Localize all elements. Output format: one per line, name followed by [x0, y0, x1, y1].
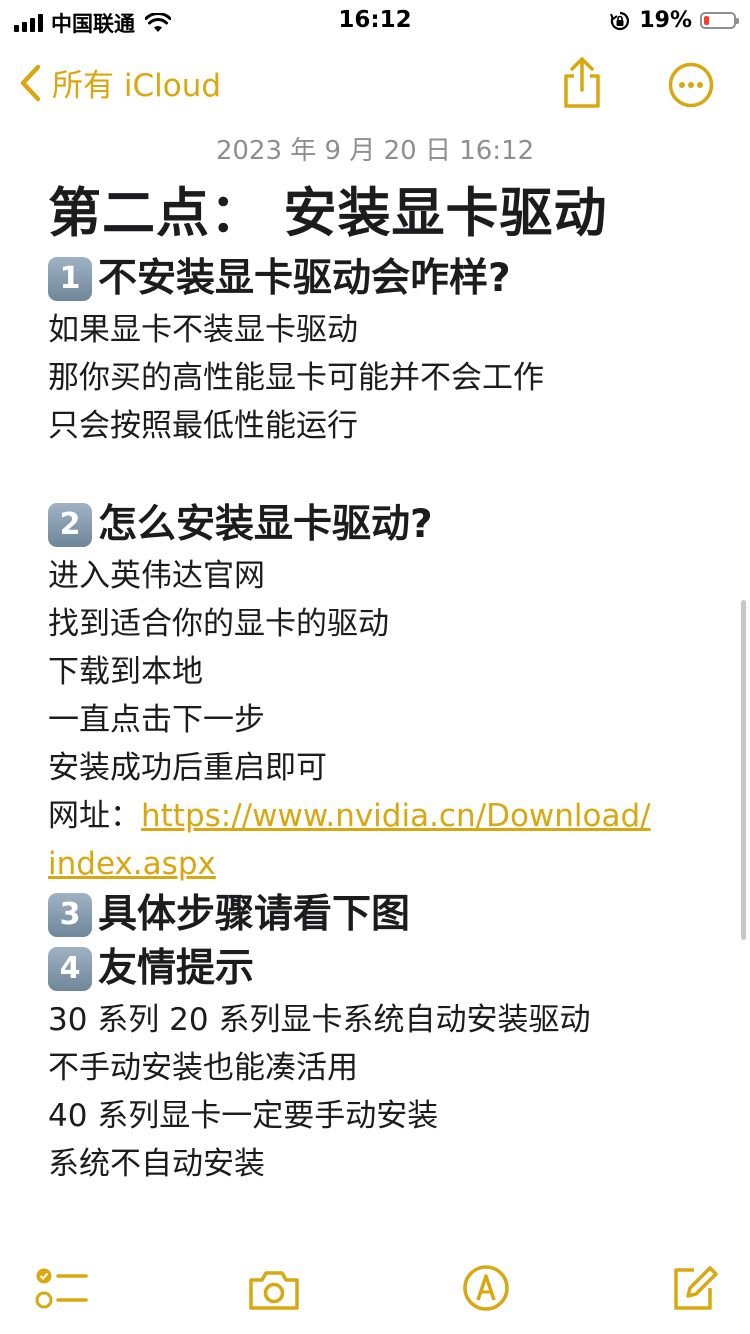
markup-button[interactable] — [462, 1264, 510, 1316]
more-button[interactable] — [668, 62, 714, 112]
status-right: 19% — [609, 8, 739, 33]
notes-screen: 中国联通 16:12 19% 所有 iCloud 2023 年 9 月 20 日… — [0, 0, 750, 1334]
body-line: 那你买的高性能显卡可能并不会工作 — [48, 360, 544, 396]
checklist-button[interactable] — [34, 1266, 88, 1316]
bottom-toolbar — [0, 1262, 750, 1322]
url-line-continued: index.aspx — [48, 840, 728, 888]
body-line: 一直点击下一步 — [48, 702, 265, 738]
more-ellipsis-icon — [668, 62, 714, 108]
body-line: 安装成功后重启即可 — [48, 750, 327, 786]
url-line: 网址：https://www.nvidia.cn/Download/ — [48, 792, 728, 840]
keycap-4-icon: 4 — [48, 947, 92, 991]
section-heading-text: 友情提示 — [98, 946, 255, 991]
download-link[interactable]: https://www.nvidia.cn/Download/ — [141, 798, 651, 834]
keycap-1-icon: 1 — [48, 257, 92, 301]
body-line: 40 系列显卡一定要手动安装 — [48, 1098, 439, 1134]
compose-icon — [674, 1266, 718, 1310]
keycap-3-icon: 3 — [48, 893, 92, 937]
keycap-2-icon: 2 — [48, 503, 92, 547]
section-heading-text: 具体步骤请看下图 — [98, 892, 411, 937]
battery-icon — [700, 12, 739, 29]
status-bar: 中国联通 16:12 19% — [0, 0, 750, 40]
body-line: 只会按照最低性能运行 — [48, 408, 358, 444]
chevron-left-icon — [20, 64, 41, 101]
body-line: 找到适合你的显卡的驱动 — [48, 606, 389, 642]
share-icon — [564, 57, 600, 108]
camera-button[interactable] — [246, 1268, 302, 1316]
back-button[interactable]: 所有 iCloud — [18, 60, 221, 105]
compose-button[interactable] — [670, 1264, 718, 1316]
body-line: 下载到本地 — [48, 654, 203, 690]
section-heading-2: 2 怎么安装显卡驱动? — [48, 498, 728, 552]
section-heading-text: 怎么安装显卡驱动? — [98, 502, 433, 547]
share-button[interactable] — [560, 56, 604, 114]
section-heading-1: 1 不安装显卡驱动会咋样? — [48, 252, 728, 306]
battery-percent: 19% — [639, 8, 692, 33]
back-label: 所有 iCloud — [52, 68, 222, 104]
camera-icon — [249, 1271, 299, 1310]
body-line: 不手动安装也能凑活用 — [48, 1050, 358, 1086]
url-label: 网址： — [48, 798, 141, 834]
section-heading-3: 3 具体步骤请看下图 — [48, 888, 728, 942]
scroll-indicator[interactable] — [741, 600, 746, 940]
section-heading-4: 4 友情提示 — [48, 942, 728, 996]
battery-level — [704, 16, 709, 25]
download-link-continued[interactable]: index.aspx — [48, 846, 216, 882]
section-heading-text: 不安装显卡驱动会咋样? — [98, 256, 511, 301]
checklist-icon — [35, 1268, 88, 1309]
body-line: 进入英伟达官网 — [48, 558, 265, 594]
orientation-lock-icon — [610, 11, 630, 30]
body-line: 30 系列 20 系列显卡系统自动安装驱动 — [48, 1002, 591, 1038]
note-date: 2023 年 9 月 20 日 16:12 — [215, 136, 535, 166]
markup-pen-icon — [463, 1265, 509, 1311]
note-title: 第二点： 安装显卡驱动 — [48, 183, 608, 244]
note-body[interactable]: 第二点： 安装显卡驱动 1 不安装显卡驱动会咋样? 如果显卡不装显卡驱动 那你买… — [48, 180, 728, 1188]
body-line: 系统不自动安装 — [48, 1146, 265, 1182]
body-line: 如果显卡不装显卡驱动 — [48, 312, 358, 348]
